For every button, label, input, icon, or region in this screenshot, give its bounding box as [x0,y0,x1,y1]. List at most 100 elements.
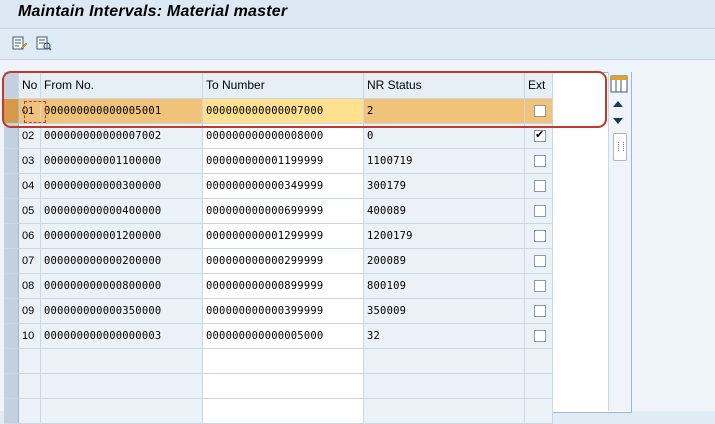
empty-cell [524,398,553,424]
cell-to[interactable]: 000000000001299999 [202,223,364,249]
cell-to[interactable]: 000000000000699999 [202,198,364,224]
ext-checkbox[interactable] [534,128,546,142]
column-header-from[interactable]: From No. [40,72,203,99]
cell-status: 0 [363,123,525,149]
cell-ext [524,198,553,224]
cell-to[interactable]: 000000000000299999 [202,248,364,274]
cell-ext [524,273,553,299]
scroll-up-icon[interactable] [613,101,623,107]
empty-cell [524,373,553,399]
cell-ext [524,323,553,349]
ext-checkbox[interactable] [534,329,546,342]
column-header-status[interactable]: NR Status [363,72,525,99]
empty-cell [363,398,525,424]
scrollbar-thumb[interactable] [613,133,627,161]
cell-to[interactable]: 000000000000005000 [202,323,364,349]
column-header-ext[interactable]: Ext [524,72,553,99]
empty-cell [363,373,525,399]
scroll-down-icon[interactable] [613,118,623,124]
table-row[interactable]: 06 000000000001200000 000000000001299999 12… [4,223,553,249]
column-header-to[interactable]: To Number [202,72,364,99]
cell-from: 000000000000300000 [40,173,203,199]
ext-checkbox[interactable] [534,304,546,317]
ext-checkbox[interactable] [534,279,546,292]
cell-status: 1200179 [363,223,525,249]
row-selector[interactable] [4,98,19,124]
cell-no: 05 [18,198,41,224]
table-row[interactable]: 03 000000000001100000 000000000001199999 11… [4,148,553,174]
cell-to[interactable]: 000000000000349999 [202,173,364,199]
cell-ext [524,98,553,124]
table-row[interactable]: 10 000000000000000003 000000000000005000 32 [4,323,553,349]
cell-to[interactable]: 000000000000008000 [202,123,364,149]
cell-from: 000000000000350000 [40,298,203,324]
cell-no: 10 [18,323,41,349]
row-selector[interactable] [4,273,19,299]
cell-from: 000000000000200000 [40,248,203,274]
empty-cell [40,373,203,399]
ext-checkbox[interactable] [534,229,546,242]
cell-status: 350009 [363,298,525,324]
ext-checkbox[interactable] [534,179,546,192]
ext-checkbox[interactable] [534,104,546,117]
cell-no: 08 [18,273,41,299]
empty-cell [524,348,553,374]
table-row[interactable]: 01 000000000000005001 000000000000007000 2 [4,98,553,124]
empty-cell [18,373,41,399]
row-selector[interactable] [4,298,19,324]
select-all-cell[interactable] [4,72,19,99]
cell-status: 2 [363,98,525,124]
cell-to[interactable]: 000000000001199999 [202,148,364,174]
column-header-no[interactable]: No [18,72,41,99]
cell-ext [524,173,553,199]
cell-ext [524,223,553,249]
table-row[interactable]: 04 000000000000300000 000000000000349999 30… [4,173,553,199]
cell-status: 300179 [363,173,525,199]
table-row[interactable]: 09 000000000000350000 000000000000399999 35… [4,298,553,324]
ext-checkbox[interactable] [534,154,546,167]
cell-status: 400089 [363,198,525,224]
table-row[interactable]: 08 000000000000800000 000000000000899999 80… [4,273,553,299]
cell-ext [524,298,553,324]
cell-no: 02 [18,123,41,149]
toolbar [0,28,715,60]
table-header-row: No From No. To Number NR Status Ext [4,72,553,99]
row-selector[interactable] [4,323,19,349]
empty-cell [4,348,19,374]
title-bar: Maintain Intervals: Material master [0,0,715,28]
table-row[interactable]: 07 000000000000200000 000000000000299999 20… [4,248,553,274]
row-selector[interactable] [4,148,19,174]
interval-table: No From No. To Number NR Status Ext 01 00… [4,72,553,424]
table-row[interactable]: 05 000000000000400000 000000000000699999 40… [4,198,553,224]
ext-checkbox[interactable] [534,254,546,267]
row-selector[interactable] [4,173,19,199]
empty-row [4,348,553,374]
empty-cell [202,348,364,374]
cell-from: 000000000000400000 [40,198,203,224]
cell-to[interactable]: 000000000000007000 [202,98,364,124]
cell-from: 000000000000000003 [40,323,203,349]
empty-row [4,398,553,424]
cell-ext [524,248,553,274]
row-selector[interactable] [4,123,19,149]
window-title: Maintain Intervals: Material master [18,3,288,20]
row-selector[interactable] [4,248,19,274]
cell-status: 200089 [363,248,525,274]
column-settings-icon[interactable] [610,75,628,93]
cell-status: 32 [363,323,525,349]
cell-no: 07 [18,248,41,274]
table-row[interactable]: 02 000000000000007002 000000000000008000 0 [4,123,553,149]
change-interval-icon[interactable] [12,35,28,51]
cell-no: 04 [18,173,41,199]
ext-checkbox[interactable] [534,204,546,217]
cell-from: 000000000000800000 [40,273,203,299]
row-selector[interactable] [4,198,19,224]
display-interval-icon[interactable] [36,35,52,51]
cell-from: 000000000001200000 [40,223,203,249]
row-selector[interactable] [4,223,19,249]
empty-cell [202,373,364,399]
cell-to[interactable]: 000000000000899999 [202,273,364,299]
cell-to[interactable]: 000000000000399999 [202,298,364,324]
cell-no: 03 [18,148,41,174]
empty-cell [18,348,41,374]
